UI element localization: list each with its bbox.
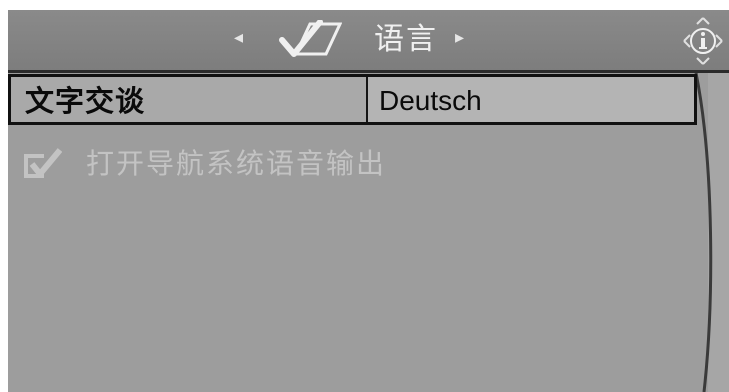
row-divider — [366, 77, 368, 122]
settings-check-icon — [279, 20, 342, 57]
navigation-voice-output-label: 打开导航系统语音输出 — [86, 147, 387, 180]
previous-page-arrow-icon[interactable]: ◂ — [234, 24, 243, 52]
text-speech-label: 文字交谈 — [25, 84, 146, 118]
info-icon[interactable] — [682, 16, 724, 66]
header-bar: ◂ 语言 ▸ — [8, 10, 729, 73]
checkbox-checked-icon[interactable] — [22, 148, 62, 180]
language-settings-screen: ◂ 语言 ▸ 文字交谈 Deutsch 打开导航系统语音输出 — [8, 10, 729, 392]
next-page-arrow-icon[interactable]: ▸ — [455, 24, 464, 52]
language-value: Deutsch — [379, 85, 482, 116]
page-title: 语言 — [374, 22, 438, 57]
text-speech-language-row[interactable]: 文字交谈 Deutsch — [8, 74, 697, 125]
navigation-voice-output-row[interactable]: 打开导航系统语音输出 — [8, 142, 648, 188]
